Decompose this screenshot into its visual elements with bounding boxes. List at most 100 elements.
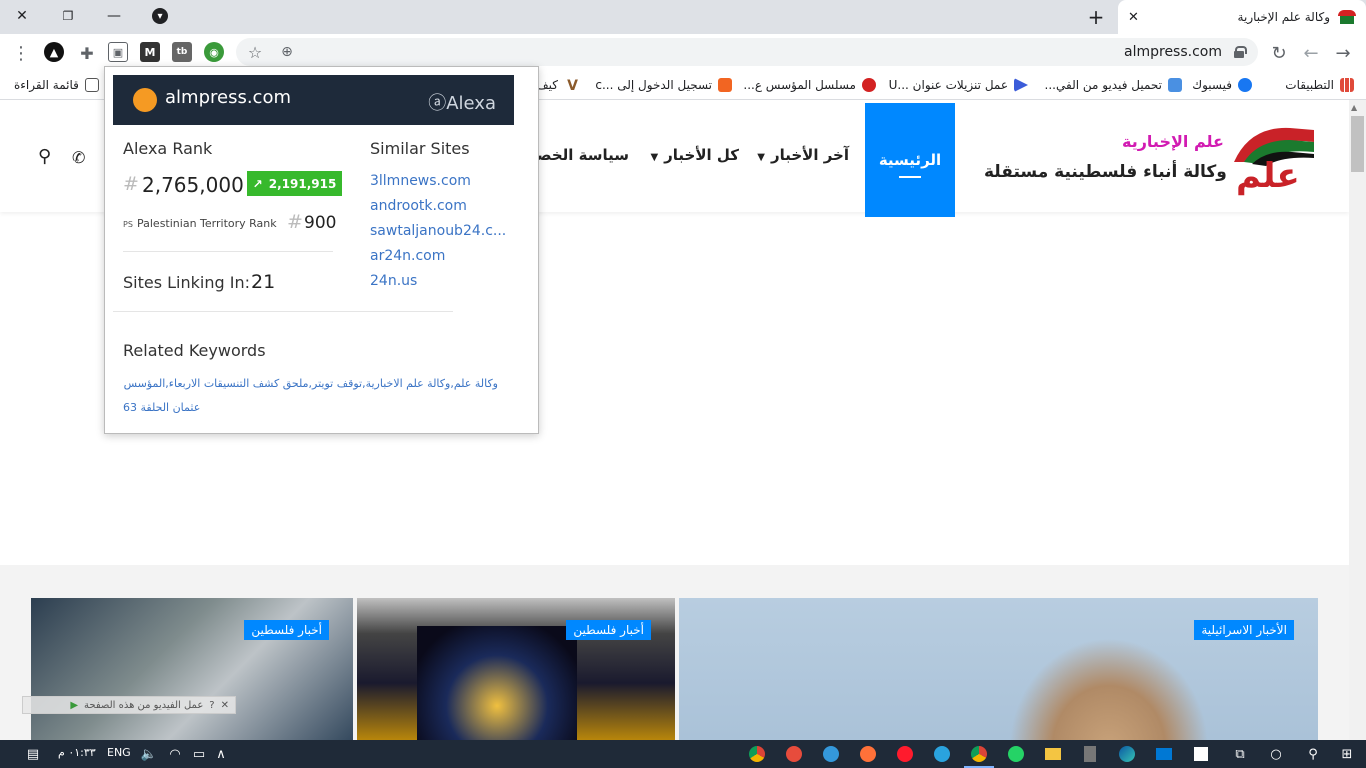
news-card[interactable]: أخبار فلسطين <box>357 598 675 740</box>
bookmark-series[interactable]: مسلسل المؤسس ع... <box>743 76 876 94</box>
alexa-brand[interactable]: ⓐAlexa <box>428 89 496 115</box>
search-icon[interactable]: ⚲ <box>38 146 51 167</box>
similar-site-link[interactable]: 3llmnews.com <box>370 173 471 189</box>
battery-icon[interactable]: ▭ <box>188 744 210 764</box>
play-icon[interactable]: ▶ <box>70 700 78 711</box>
nav-privacy[interactable]: سياسة الخصو <box>528 146 629 164</box>
telegram-icon[interactable] <box>931 744 953 764</box>
related-keywords-link[interactable]: وكالة علم,وكالة علم الاخبارية,توقف تويتر… <box>124 377 498 390</box>
page-scrollbar[interactable] <box>1349 100 1366 740</box>
similar-site-link[interactable]: 24n.us <box>370 273 417 289</box>
bookmark-downloads[interactable]: عمل تنزيلات عنوان ...U <box>889 76 1028 94</box>
scroll-up-icon[interactable]: ▲ <box>1351 103 1357 112</box>
lock-icon <box>1234 46 1247 58</box>
close-icon[interactable]: ✕ <box>221 700 229 711</box>
search-icon[interactable]: ⚲ <box>1302 744 1324 764</box>
whatsapp-taskbar-icon[interactable] <box>1005 744 1027 764</box>
cortana-icon[interactable]: ○ <box>1265 744 1287 764</box>
window-close-button[interactable]: ✕ <box>0 0 44 32</box>
opera-icon[interactable] <box>894 744 916 764</box>
clock[interactable]: ٠١:٣٣ م <box>58 746 96 759</box>
window-minimize-button[interactable]: — <box>92 0 136 32</box>
tab-strip: ✕ ❐ — ▾ + وكالة علم الإخبارية ✕ <box>0 0 1366 34</box>
extensions-icon[interactable]: ✚ <box>74 40 100 66</box>
volume-icon[interactable]: 🔈 <box>138 744 160 764</box>
bookmark-how[interactable]: V كيف <box>536 76 578 94</box>
firefox-icon[interactable] <box>857 744 879 764</box>
bookmark-facebook[interactable]: فيسبوك <box>1192 76 1252 94</box>
paint-icon[interactable] <box>820 744 842 764</box>
bookmark-apps[interactable]: التطبيقات <box>1285 76 1354 94</box>
rank-value: 2,765,000 <box>142 173 244 197</box>
chevron-up-icon[interactable]: ∧ <box>210 744 232 764</box>
bookmark-reading-list[interactable]: قائمة القراءة <box>14 76 99 94</box>
edge-icon[interactable] <box>1116 744 1138 764</box>
series-icon <box>862 78 876 92</box>
tab-search-button[interactable]: ▾ <box>138 0 182 32</box>
wifi-icon[interactable]: ◠ <box>164 744 186 764</box>
divider <box>113 311 453 312</box>
chevron-down-icon: ▾ <box>152 8 168 24</box>
alexa-logo-icon: ⓐ <box>428 93 447 114</box>
country-rank-label: Palestinian Territory Rank <box>137 217 277 230</box>
news-image <box>417 626 577 740</box>
similar-site-link[interactable]: ar24n.com <box>370 248 445 264</box>
similar-site-link[interactable]: androotk.com <box>370 198 467 214</box>
nav-all-news[interactable]: كل الأخبار▼ <box>650 146 739 164</box>
similar-site-link[interactable]: sawtaljanoub24.c... <box>370 223 506 239</box>
site-favicon-icon <box>1338 10 1356 24</box>
rank-label: Alexa Rank <box>123 139 213 158</box>
category-badge[interactable]: أخبار فلسطين <box>244 620 329 640</box>
address-bar[interactable]: ☆ ⊕ almpress.com <box>236 38 1258 66</box>
bookmark-login[interactable]: تسجيل الدخول إلى ...c <box>595 76 732 94</box>
tb-extension-icon[interactable]: tb <box>172 42 192 62</box>
more-icon[interactable]: ⋮ <box>8 40 34 66</box>
tab-title: وكالة علم الإخبارية <box>1237 10 1330 24</box>
category-badge[interactable]: الأخبار الاسرائيلية <box>1194 620 1294 640</box>
divider <box>123 251 333 252</box>
news-image <box>1009 638 1209 740</box>
bookmark-video-download[interactable]: تحميل فيديو من الفي... <box>1045 76 1182 94</box>
site-tagline: وكالة أنباء فلسطينية مستقلة <box>984 162 1227 182</box>
scrollbar-thumb[interactable] <box>1351 116 1364 172</box>
tab-close-button[interactable]: ✕ <box>1128 10 1139 25</box>
zoom-icon[interactable]: ⊕ <box>274 39 300 65</box>
language-indicator[interactable]: ENG <box>107 746 131 759</box>
start-icon[interactable]: ⊞ <box>1336 744 1358 764</box>
cookie-extension-icon[interactable]: ▣ <box>108 42 128 62</box>
mail-icon[interactable] <box>1153 744 1175 764</box>
file-explorer-icon[interactable] <box>1042 744 1064 764</box>
forward-icon[interactable]: → <box>1330 40 1356 66</box>
nav-home[interactable]: الرئيسية <box>865 103 955 217</box>
alexa-extension-icon[interactable]: ▲ <box>44 42 64 62</box>
video-download-bar[interactable]: ✕ ? عمل الفيديو من هذه الصفحة ▶ <box>22 696 236 714</box>
news-card[interactable]: الأخبار الاسرائيلية <box>679 598 1318 740</box>
m-extension-icon[interactable]: M <box>140 42 160 62</box>
whatsapp-icon[interactable]: ✆ <box>72 148 85 167</box>
help-icon[interactable]: ? <box>209 700 214 711</box>
back-icon[interactable]: ← <box>1298 40 1324 66</box>
taskbar: ▤ ٠١:٣٣ م ENG 🔈 ◠ ▭ ∧ ⧉ ○ ⚲ ⊞ <box>0 740 1366 768</box>
rank-delta-badge: ↗ 2,191,915 <box>247 171 342 196</box>
reload-icon[interactable]: ↻ <box>1266 40 1292 66</box>
app-icon[interactable] <box>783 744 805 764</box>
country-rank-value: 900 <box>304 213 337 233</box>
site-name: علم الإخبارية <box>1122 132 1224 151</box>
browser-toolbar: ⋮ ▲ ✚ ▣ M tb ◉ ☆ ⊕ almpress.com ↻ ← → <box>0 34 1366 70</box>
new-tab-button[interactable]: + <box>1082 4 1110 30</box>
globe-extension-icon[interactable]: ◉ <box>204 42 224 62</box>
star-icon[interactable]: ☆ <box>242 39 268 65</box>
category-badge[interactable]: أخبار فلسطين <box>566 620 651 640</box>
store-icon[interactable] <box>1190 744 1212 764</box>
globe-icon <box>133 88 157 112</box>
tab-active[interactable]: وكالة علم الإخبارية ✕ <box>1118 0 1366 34</box>
notifications-icon[interactable]: ▤ <box>22 744 44 764</box>
task-view-icon[interactable]: ⧉ <box>1229 744 1251 764</box>
window-restore-button[interactable]: ❐ <box>46 0 90 32</box>
chrome-active-icon[interactable] <box>968 744 990 764</box>
related-keywords-link[interactable]: عثمان الحلقة 63 <box>123 401 200 414</box>
nav-latest-news[interactable]: آخر الأخبار▼ <box>757 146 849 164</box>
calculator-icon[interactable] <box>1079 744 1101 764</box>
chrome-icon[interactable] <box>746 744 768 764</box>
news-card[interactable]: أخبار فلسطين <box>31 598 353 740</box>
